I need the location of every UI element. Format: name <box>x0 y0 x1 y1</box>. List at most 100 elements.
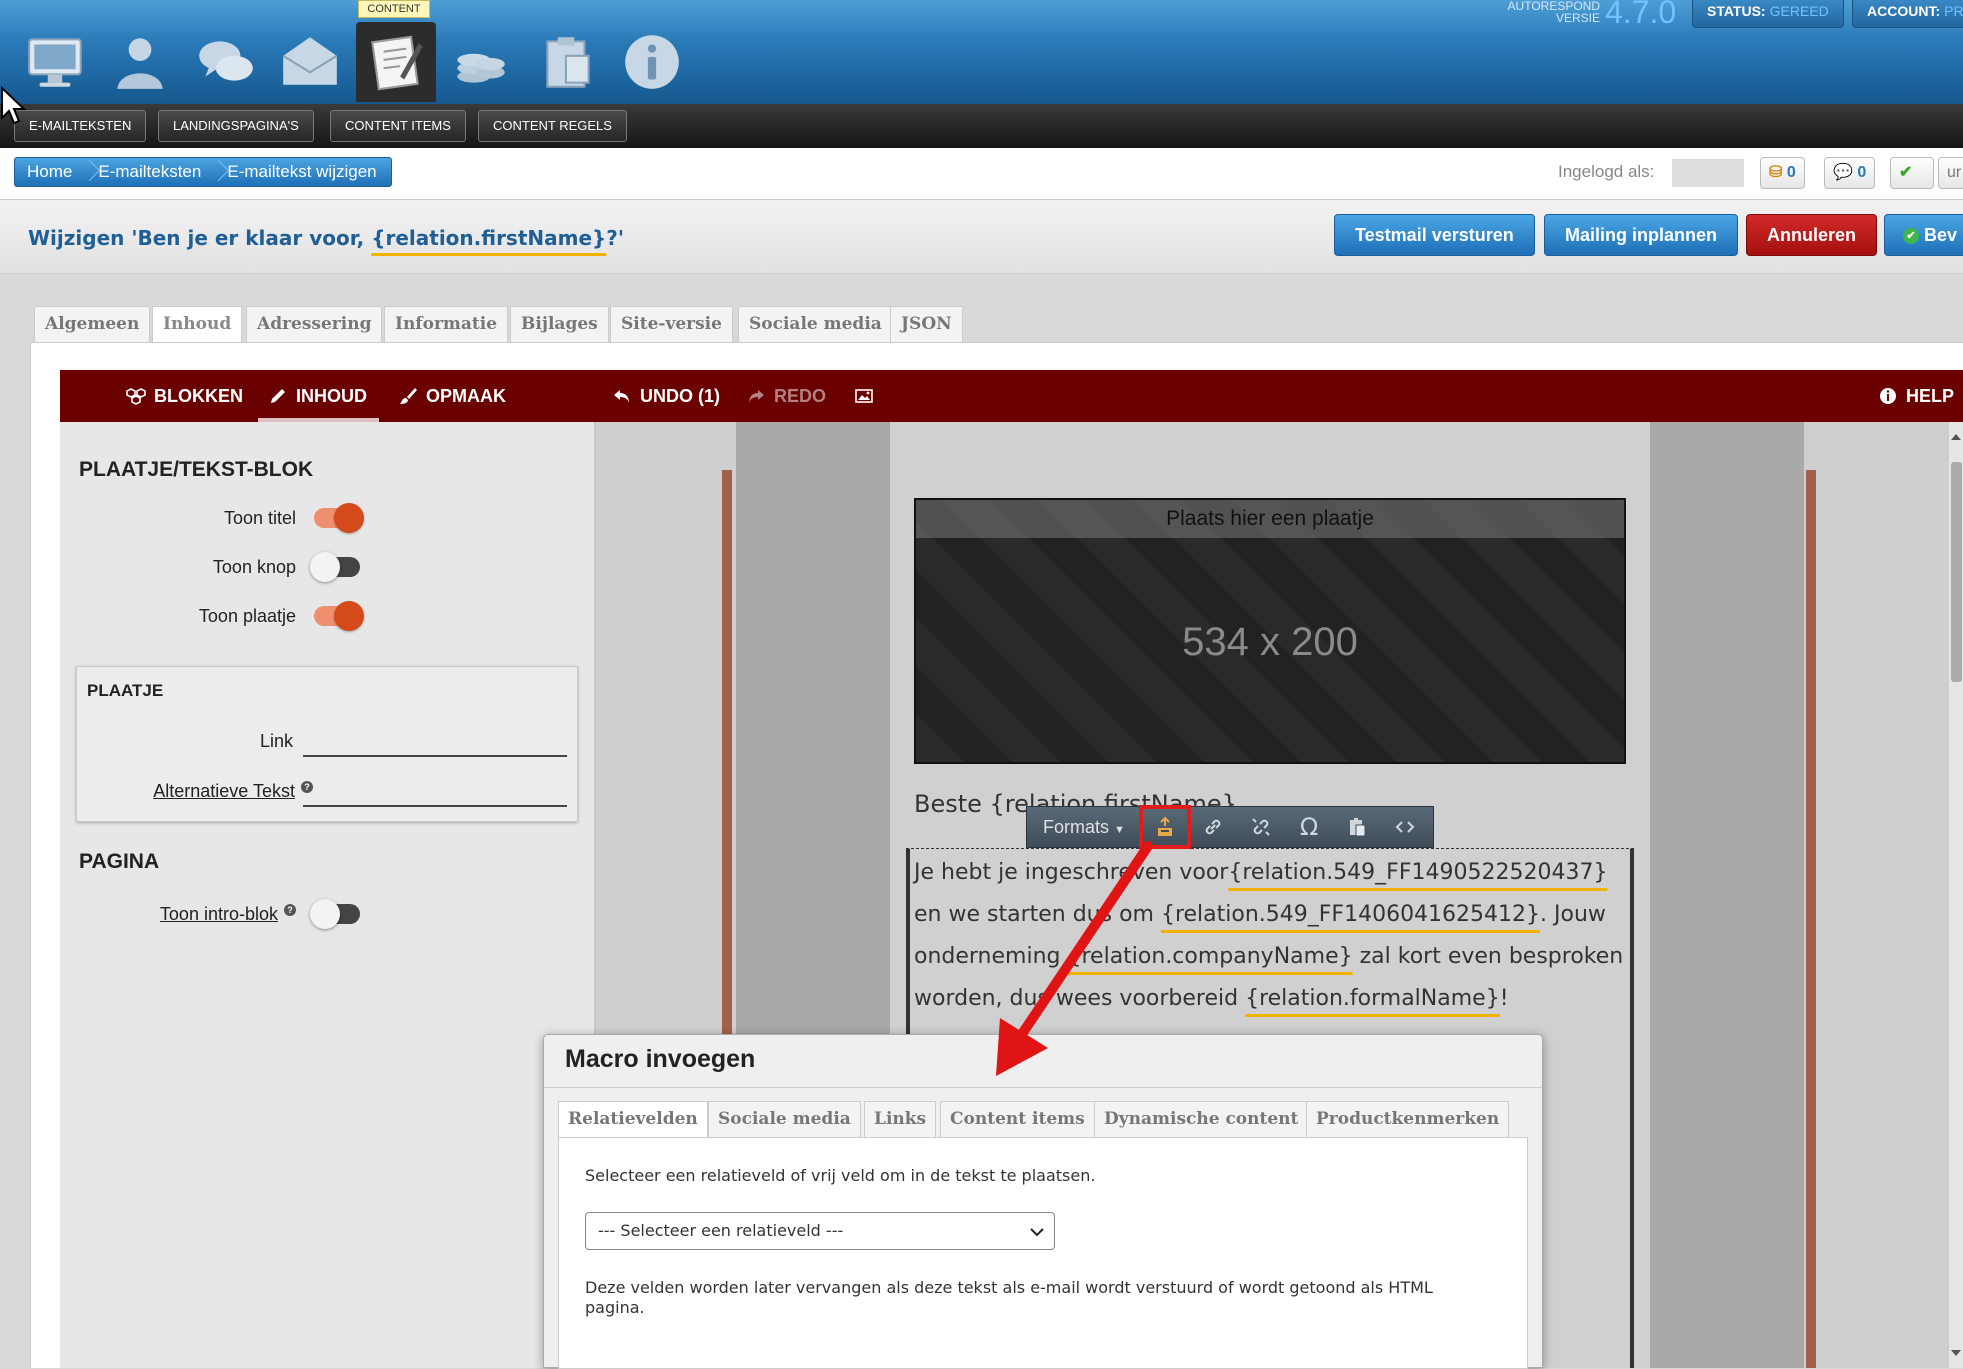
tab-sociale-media[interactable]: Sociale media <box>738 306 893 342</box>
mouse-cursor-icon <box>0 86 27 125</box>
style-mode-button[interactable]: OPMAAK <box>398 370 506 422</box>
help-icon[interactable]: ? <box>301 781 313 793</box>
intro-block-toggle[interactable] <box>310 899 360 929</box>
dialog-tab-links[interactable]: Links <box>864 1101 937 1137</box>
breadcrumb-home[interactable]: Home <box>15 158 86 186</box>
show-button-label: Toon knop <box>212 557 296 577</box>
user-menu-button[interactable]: ur <box>1938 157 1963 189</box>
insert-macro-icon[interactable] <box>1139 805 1191 849</box>
alt-text-input[interactable] <box>303 805 567 807</box>
undo-button[interactable]: UNDO (1) <box>612 370 720 422</box>
show-title-toggle[interactable] <box>314 503 364 533</box>
schedule-mailing-button[interactable]: Mailing inplannen <box>1544 214 1738 256</box>
text-format-toolbar: Formats ▼ Ω <box>1026 805 1434 849</box>
clipboard-icon[interactable] <box>528 22 608 102</box>
envelope-icon[interactable] <box>270 22 350 102</box>
title-bar: Wijzigen 'Ben je er klaar voor, {relatio… <box>0 200 1963 274</box>
macro-field: {relation.549_FF1490522520437} <box>1228 860 1608 885</box>
dialog-tab-dynamische-content[interactable]: Dynamische content <box>1094 1101 1309 1137</box>
save-button[interactable]: ✔ Bev <box>1884 214 1963 256</box>
dialog-tab-relatievelden[interactable]: Relatievelden <box>558 1101 708 1139</box>
breadcrumb-current[interactable]: E-mailtekst wijzigen <box>215 158 390 186</box>
caret-down-icon: ▼ <box>1114 824 1125 836</box>
help-button[interactable]: HELP <box>1878 370 1954 422</box>
undo-icon <box>614 390 629 403</box>
breadcrumb: Home E-mailteksten E-mailtekst wijzigen <box>14 157 392 187</box>
cubes-icon <box>126 388 146 405</box>
dialog-tab-productkenmerken[interactable]: Productkenmerken <box>1306 1101 1510 1137</box>
info-circle-icon <box>1880 388 1896 404</box>
submenu-landingspaginas[interactable]: LANDINGSPAGINA'S <box>158 110 314 142</box>
breadcrumb-emailteksten[interactable]: E-mailteksten <box>86 158 215 186</box>
page-title: Wijzigen 'Ben je er klaar voor, {relatio… <box>28 226 625 250</box>
submenu-content-regels[interactable]: CONTENT REGELS <box>478 110 627 142</box>
link-icon[interactable] <box>1189 807 1237 847</box>
source-code-icon[interactable] <box>1381 807 1429 847</box>
autorespond-label: AUTORESPOND VERSIE <box>1507 0 1600 25</box>
cancel-button[interactable]: Annuleren <box>1746 214 1878 256</box>
logged-in-user <box>1672 159 1744 187</box>
body-text[interactable]: Je hebt je ingeschreven voor{relation.54… <box>914 852 1634 1020</box>
approve-button[interactable]: ✔ <box>1890 157 1934 189</box>
unlink-icon[interactable] <box>1237 807 1285 847</box>
image-placeholder[interactable]: Plaats hier een plaatje 534 x 200 <box>914 498 1626 764</box>
submenu-bar: E-MAILTEKSTEN LANDINGSPAGINA'S CONTENT I… <box>0 104 1963 148</box>
version-number: 4.7.0 <box>1605 0 1677 30</box>
chevron-down-icon <box>1030 1228 1044 1237</box>
link-label: Link <box>259 731 293 751</box>
redo-button[interactable]: REDO <box>746 370 826 422</box>
content-tooltip: CONTENT <box>358 0 430 18</box>
scroll-up-arrow[interactable] <box>1951 434 1961 440</box>
tab-bijlages[interactable]: Bijlages <box>510 306 609 342</box>
page-heading: PAGINA <box>79 850 160 873</box>
credits-button[interactable]: ⛁ 0 <box>1760 157 1805 189</box>
block-settings-panel: PLAATJE/TEKST-BLOK Toon titel Toon knop … <box>60 422 596 1368</box>
omega-special-char-icon[interactable]: Ω <box>1285 807 1333 847</box>
submenu-content-items[interactable]: CONTENT ITEMS <box>330 110 466 142</box>
breadcrumb-strip: Home E-mailteksten E-mailtekst wijzigen … <box>0 148 1963 200</box>
toggle-row-show-button: Toon knop <box>60 551 360 585</box>
content-notepad-icon[interactable] <box>356 22 436 102</box>
image-placeholder-size: 534 x 200 <box>1182 620 1358 664</box>
blocks-button[interactable]: BLOKKEN <box>126 370 243 422</box>
submenu-emailteksten[interactable]: E-MAILTEKSTEN <box>14 110 147 142</box>
send-testmail-button[interactable]: Testmail versturen <box>1334 214 1535 256</box>
tab-json[interactable]: JSON <box>890 306 963 342</box>
show-image-toggle[interactable] <box>314 601 364 631</box>
tab-adressering[interactable]: Adressering <box>246 306 383 342</box>
dialog-tab-content-items[interactable]: Content items <box>940 1101 1095 1137</box>
macro-field: {relation.companyName} <box>1067 944 1353 969</box>
content-mode-button[interactable]: INHOUD <box>258 370 379 422</box>
relation-field-select[interactable]: --- Selecteer een relatieveld --- <box>585 1212 1055 1250</box>
info-icon[interactable] <box>612 22 692 102</box>
coins-icon[interactable] <box>440 22 520 102</box>
link-input[interactable] <box>303 755 567 757</box>
image-placeholder-title: Plaats hier een plaatje <box>916 500 1624 538</box>
image-settings-box: PLAATJE Link Alternatieve Tekst? <box>76 666 578 822</box>
canvas-scrollbar[interactable] <box>1948 422 1963 1368</box>
checkmark-icon: ✔ <box>1899 164 1913 181</box>
show-button-toggle[interactable] <box>310 552 360 582</box>
status-badge: STATUS: GEREED <box>1692 0 1844 28</box>
account-badge[interactable]: ACCOUNT: PR <box>1852 0 1963 28</box>
dialog-tab-sociale-media[interactable]: Sociale media <box>708 1101 861 1137</box>
chat-icon[interactable] <box>186 22 266 102</box>
tab-inhoud[interactable]: Inhoud <box>152 306 243 344</box>
messages-button[interactable]: 💬 0 <box>1824 157 1876 189</box>
scroll-down-arrow[interactable] <box>1951 1350 1961 1356</box>
person-icon[interactable] <box>100 22 180 102</box>
tab-algemeen[interactable]: Algemeen <box>34 306 151 342</box>
toggle-row-intro-block: Toon intro-blok? <box>60 898 360 932</box>
help-icon[interactable]: ? <box>284 904 296 916</box>
intro-block-label: Toon intro-blok? <box>160 904 296 925</box>
dialog-separator <box>544 1087 1542 1088</box>
paste-icon[interactable] <box>1333 807 1381 847</box>
image-button[interactable] <box>854 370 874 422</box>
scroll-thumb[interactable] <box>1951 462 1962 682</box>
image-heading: PLAATJE <box>87 681 164 700</box>
tab-informatie[interactable]: Informatie <box>384 306 509 342</box>
tab-site-versie[interactable]: Site-versie <box>610 306 733 342</box>
top-navigation-bar: CONTENT AUTORESPOND VERSIE 4.7.0 STATUS:… <box>0 0 1963 104</box>
brush-icon <box>400 388 417 404</box>
formats-dropdown[interactable]: Formats ▼ <box>1027 807 1141 847</box>
